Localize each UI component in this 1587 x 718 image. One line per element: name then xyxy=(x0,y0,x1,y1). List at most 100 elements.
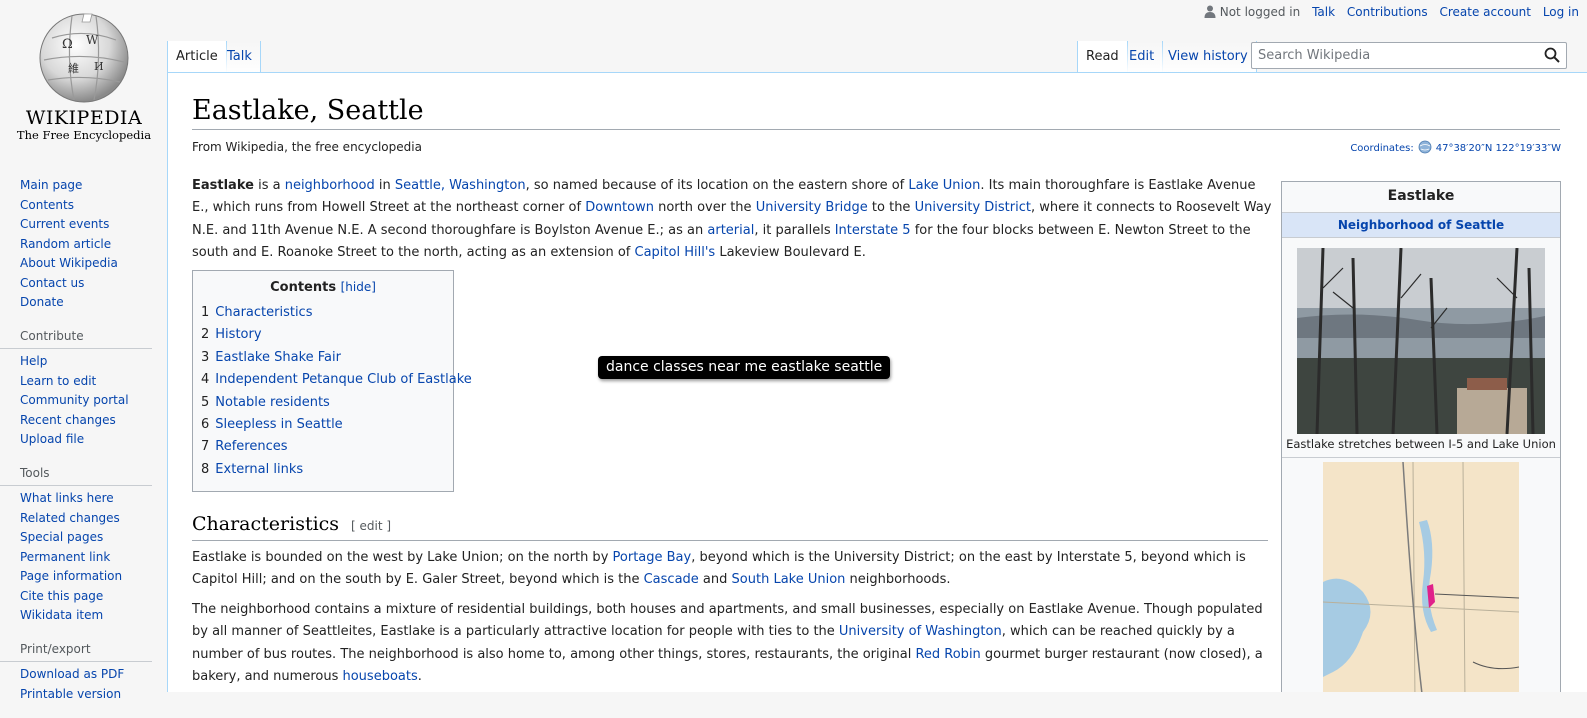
sidebar-heading-contribute: Contribute xyxy=(0,327,152,349)
link-arterial[interactable]: arterial xyxy=(707,223,754,238)
infobox-subtitle[interactable]: Neighborhood of Seattle xyxy=(1282,212,1560,238)
site-sub: From Wikipedia, the free encyclopedia xyxy=(192,140,422,154)
link-capitol-hill[interactable]: Capitol Hill's xyxy=(635,245,716,260)
talk-link[interactable]: Talk xyxy=(1312,5,1335,19)
toc-link[interactable]: Sleepless in Seattle xyxy=(215,417,342,432)
link-portage-bay[interactable]: Portage Bay xyxy=(613,550,692,565)
sidebar-item-download-pdf[interactable]: Download as PDF xyxy=(20,667,124,681)
tab-view-history[interactable]: View history xyxy=(1160,41,1257,73)
toc-number: 2 xyxy=(201,327,210,343)
sidebar-item-help[interactable]: Help xyxy=(20,354,47,368)
sidebar-item-contact[interactable]: Contact us xyxy=(20,276,84,290)
text: , it parallels xyxy=(754,222,835,238)
search-box xyxy=(1251,42,1567,69)
text: . xyxy=(417,668,422,684)
create-account-link[interactable]: Create account xyxy=(1439,5,1531,19)
link-neighborhood[interactable]: neighborhood xyxy=(285,178,375,193)
tab-article[interactable]: Article xyxy=(167,41,227,73)
sidebar-print: Print/export Download as PDF Printable v… xyxy=(0,640,166,705)
sidebar-item-permanent-link[interactable]: Permanent link xyxy=(20,550,110,564)
svg-text:Ω: Ω xyxy=(62,37,73,52)
link-university-of-washington[interactable]: University of Washington xyxy=(839,624,1002,639)
log-in-link[interactable]: Log in xyxy=(1543,5,1579,19)
sidebar-item-page-information[interactable]: Page information xyxy=(20,569,122,583)
link-downtown[interactable]: Downtown xyxy=(585,200,654,215)
toc-item[interactable]: 2 History xyxy=(201,324,445,346)
text: Lakeview Boulevard E. xyxy=(715,244,866,260)
link-south-lake-union[interactable]: South Lake Union xyxy=(732,572,846,587)
personal-tools: Not logged in Talk Contributions Create … xyxy=(1204,5,1579,19)
toc-link[interactable]: Independent Petanque Club of Eastlake xyxy=(215,372,472,387)
section-rule xyxy=(192,540,1268,541)
toc-item[interactable]: 6 Sleepless in Seattle xyxy=(201,414,445,436)
link-cascade[interactable]: Cascade xyxy=(644,572,699,587)
toc-item[interactable]: 1 Characteristics xyxy=(201,302,445,324)
link-red-robin[interactable]: Red Robin xyxy=(915,647,980,662)
globe-icon[interactable] xyxy=(1417,140,1433,154)
neighborhood-photo[interactable] xyxy=(1297,248,1545,434)
link-university-district[interactable]: University District xyxy=(915,200,1031,215)
toc-item[interactable]: 8 External links xyxy=(201,459,445,481)
text: Eastlake is bounded on the west by Lake … xyxy=(192,550,613,565)
sidebar-item-community-portal[interactable]: Community portal xyxy=(20,393,129,407)
infobox-caption: Eastlake stretches between I-5 and Lake … xyxy=(1286,437,1556,451)
sidebar-item-contents[interactable]: Contents xyxy=(20,198,74,212)
wikipedia-logo[interactable]: Ω W 維 И WIKIPEDIA The Free Encyclopedia xyxy=(10,8,158,148)
text: , so named because of its location on th… xyxy=(525,178,909,193)
logo-tagline: The Free Encyclopedia xyxy=(16,128,152,142)
sidebar-item-current-events[interactable]: Current events xyxy=(20,217,109,231)
coordinates-value[interactable]: 47°38′20″N 122°19′33″W xyxy=(1436,143,1561,154)
toc-link[interactable]: History xyxy=(215,327,261,342)
sidebar-item-upload-file[interactable]: Upload file xyxy=(20,432,84,446)
tab-edit[interactable]: Edit xyxy=(1121,41,1164,73)
paragraph: Eastlake is bounded on the west by Lake … xyxy=(192,547,1272,592)
toc-hide-toggle[interactable]: [hide] xyxy=(341,280,376,294)
toc-item[interactable]: 3 Eastlake Shake Fair xyxy=(201,347,445,369)
sidebar-item-main-page[interactable]: Main page xyxy=(20,178,82,192)
link-interstate-5[interactable]: Interstate 5 xyxy=(835,223,911,238)
sidebar-item-wikidata-item[interactable]: Wikidata item xyxy=(20,608,103,622)
toc-link[interactable]: Eastlake Shake Fair xyxy=(215,350,341,365)
sidebar-heading-tools: Tools xyxy=(0,464,152,486)
toc-link[interactable]: External links xyxy=(215,462,303,477)
sidebar-item-what-links-here[interactable]: What links here xyxy=(20,491,114,505)
link-university-bridge[interactable]: University Bridge xyxy=(756,200,868,215)
toc-item[interactable]: 4 Independent Petanque Club of Eastlake xyxy=(201,369,472,391)
sidebar-item-recent-changes[interactable]: Recent changes xyxy=(20,413,116,427)
coordinates-label[interactable]: Coordinates: xyxy=(1350,143,1413,154)
text: to the xyxy=(867,200,915,216)
sidebar-item-cite-this-page[interactable]: Cite this page xyxy=(20,589,103,603)
section-edit-link[interactable]: [ edit ] xyxy=(351,519,391,533)
sidebar-contribute: Contribute Help Learn to edit Community … xyxy=(0,327,166,450)
sidebar-item-printable-version[interactable]: Printable version xyxy=(20,687,121,701)
locator-map[interactable] xyxy=(1323,462,1519,692)
sidebar-item-donate[interactable]: Donate xyxy=(20,295,64,309)
link-seattle-washington[interactable]: Seattle, Washington xyxy=(395,178,526,193)
toc-link[interactable]: References xyxy=(215,439,287,454)
sidebar-item-about[interactable]: About Wikipedia xyxy=(20,256,118,270)
svg-text:維: 維 xyxy=(68,62,79,75)
link-lake-union[interactable]: Lake Union xyxy=(908,178,980,193)
bold-term: Eastlake xyxy=(192,178,254,193)
toc-item[interactable]: 7 References xyxy=(201,436,445,458)
sidebar-item-random-article[interactable]: Random article xyxy=(20,237,111,251)
table-of-contents: Contents [hide] 1 Characteristics 2 Histor… xyxy=(192,270,472,492)
toc-link[interactable]: Notable residents xyxy=(215,395,330,410)
search-input[interactable] xyxy=(1252,43,1532,68)
sidebar-item-special-pages[interactable]: Special pages xyxy=(20,530,103,544)
tab-talk[interactable]: Talk xyxy=(219,41,261,73)
section-title: Characteristics xyxy=(192,513,340,535)
contributions-link[interactable]: Contributions xyxy=(1347,5,1428,19)
link-houseboats[interactable]: houseboats xyxy=(342,669,417,684)
toc-heading: Contents xyxy=(270,280,337,295)
svg-text:W: W xyxy=(86,33,99,47)
search-icon[interactable] xyxy=(1544,47,1560,63)
sidebar-item-related-changes[interactable]: Related changes xyxy=(20,511,120,525)
title-rule xyxy=(192,129,1560,130)
infobox-separator xyxy=(1282,457,1560,458)
intro-paragraph: Eastlake is a neighborhood in Seattle, W… xyxy=(192,175,1272,264)
toc-link[interactable]: Characteristics xyxy=(215,305,312,320)
sidebar-navigation: Main page Contents Current events Random… xyxy=(0,176,166,313)
toc-item[interactable]: 5 Notable residents xyxy=(201,392,445,414)
sidebar-item-learn-to-edit[interactable]: Learn to edit xyxy=(20,374,96,388)
